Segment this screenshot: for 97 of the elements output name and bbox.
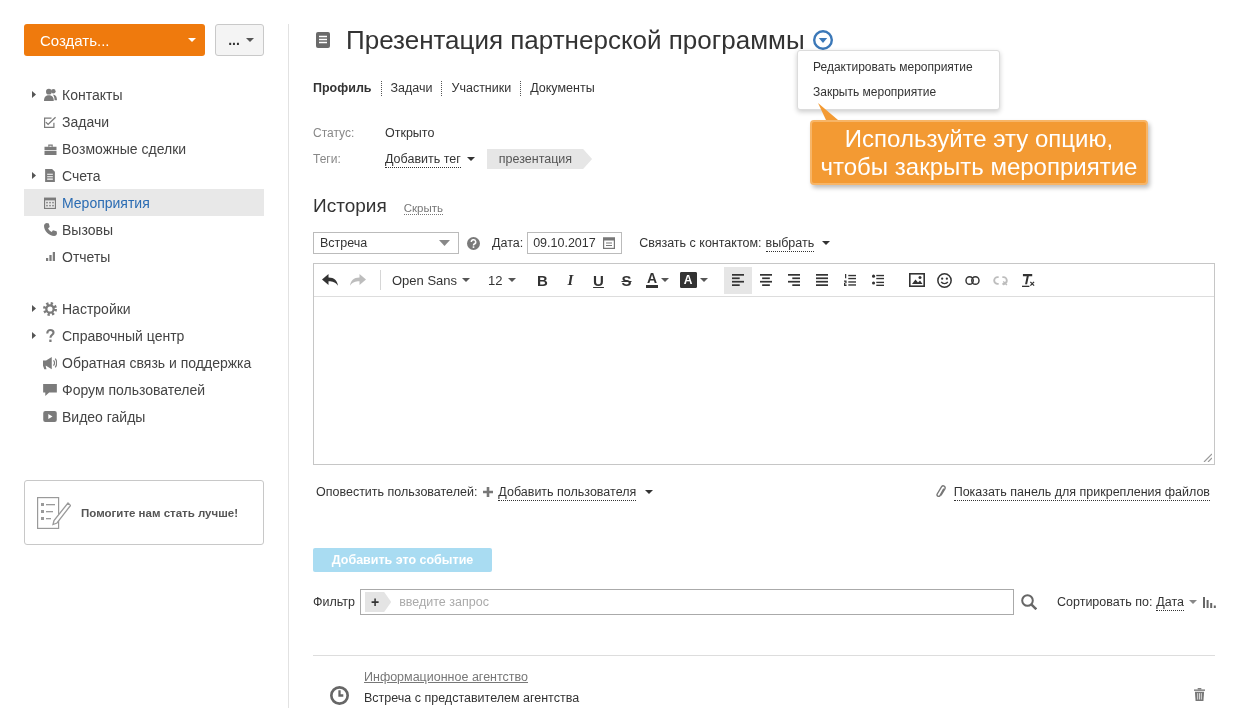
bar-chart-icon <box>45 252 55 261</box>
tab[interactable]: Профиль <box>313 80 381 96</box>
nav-item[interactable]: Задачи <box>24 108 264 135</box>
field-label: Фильтр <box>313 595 355 609</box>
field-label: Оповестить пользователей: <box>316 485 478 499</box>
expand-caret-icon[interactable] <box>32 332 36 339</box>
nav-item[interactable]: Возможные сделки <box>24 135 264 162</box>
people-icon <box>43 88 57 101</box>
caret-icon <box>661 278 670 282</box>
numbered-list-icon <box>843 274 856 286</box>
hide-link[interactable]: Скрыть <box>403 202 443 215</box>
megaphone-icon <box>43 355 57 370</box>
filter-field[interactable]: + введите запрос <box>360 589 1014 615</box>
document-icon <box>45 169 55 182</box>
question-mark-icon <box>45 329 55 342</box>
caret-icon <box>507 278 516 282</box>
menu-item[interactable]: Закрыть мероприятие <box>798 80 999 105</box>
callout-tooltip: Используйте эту опцию, чтобы закрыть мероприятие <box>810 103 1148 185</box>
field-label: Сортировать по: <box>1057 595 1153 609</box>
page-title: Презентация партнерской программы <box>346 24 805 56</box>
calendar-icon <box>44 196 56 209</box>
checkbox-icon <box>44 115 56 128</box>
nav-item[interactable]: Настройки <box>24 295 264 322</box>
tag-chip[interactable]: презентация <box>486 149 593 169</box>
nav-item[interactable]: Обратная связь и поддержка <box>24 349 264 376</box>
phone-icon <box>43 223 57 236</box>
align-left-icon <box>731 274 744 286</box>
caret-icon <box>462 278 471 282</box>
bold-button[interactable]: B <box>528 266 557 294</box>
checklist-pencil-icon <box>37 496 71 529</box>
type-select[interactable]: Встреча <box>313 232 459 254</box>
more-button[interactable]: ... <box>215 24 264 56</box>
caret-icon <box>245 38 254 42</box>
sort-field-link[interactable]: Дата <box>1156 593 1185 611</box>
date-field[interactable]: 09.10.2017 <box>527 232 623 254</box>
field-label: Дата: <box>492 236 524 250</box>
caret-icon[interactable] <box>466 157 475 161</box>
align-left-button[interactable] <box>723 266 752 294</box>
nav-item[interactable]: Форум пользователей <box>24 376 264 403</box>
video-play-icon <box>43 411 57 422</box>
section-title: История <box>313 195 387 217</box>
event-description: Встреча с представителем агентства <box>364 691 580 705</box>
strikethrough-button[interactable]: S <box>612 266 641 294</box>
tab[interactable]: Задачи <box>380 80 442 96</box>
bullet-list-icon <box>871 274 884 286</box>
nav-item[interactable]: Контакты <box>24 81 264 108</box>
gear-icon <box>43 301 57 316</box>
note-icon <box>316 32 330 48</box>
field-label: Связать с контактом: <box>639 236 762 250</box>
nav-item[interactable]: Мероприятия <box>24 189 264 216</box>
expand-caret-icon[interactable] <box>32 305 36 312</box>
feedback-card[interactable]: Помогите нам стать лучше! <box>24 480 264 545</box>
justify-icon <box>815 274 828 286</box>
add-tag-link[interactable]: Добавить тег <box>385 150 461 168</box>
font-size-dropdown[interactable]: 12 <box>485 266 519 294</box>
nav-item[interactable]: Справочный центр <box>24 322 264 349</box>
add-filter-button[interactable]: + <box>365 592 392 612</box>
trash-icon[interactable] <box>1194 688 1205 701</box>
caret-icon[interactable] <box>822 241 831 245</box>
speech-bubble-icon <box>43 383 57 396</box>
field-label: Теги: <box>313 152 342 166</box>
nav-item[interactable]: Отчеты <box>24 243 264 270</box>
align-right-icon <box>787 274 800 286</box>
menu-item[interactable]: Редактировать мероприятие <box>798 55 999 80</box>
align-center-icon <box>759 274 772 286</box>
text-color-button[interactable]: A <box>641 266 674 294</box>
briefcase-icon <box>43 142 57 155</box>
caret-icon <box>439 240 450 246</box>
expand-caret-icon[interactable] <box>32 91 36 98</box>
tab[interactable]: Участники <box>441 80 521 96</box>
nav-item[interactable]: Видео гайды <box>24 403 264 430</box>
help-icon[interactable] <box>467 236 480 250</box>
sort-order-icon[interactable] <box>1203 596 1217 608</box>
nav-item[interactable]: Счета <box>24 162 264 189</box>
italic-button[interactable]: I <box>556 266 585 294</box>
clock-icon <box>330 686 349 705</box>
paperclip-icon <box>935 485 946 499</box>
underline-button[interactable]: U <box>584 266 613 294</box>
plus-icon <box>483 487 494 497</box>
caret-icon[interactable] <box>645 490 654 494</box>
add-user-link[interactable]: Добавить пользователя <box>498 483 637 501</box>
event-title-link[interactable]: Информационное агентство <box>364 670 528 684</box>
calendar-icon[interactable] <box>603 237 616 249</box>
font-dropdown[interactable]: Open Sans <box>389 266 474 294</box>
contact-link[interactable]: выбрать <box>765 234 815 252</box>
search-icon[interactable] <box>1021 594 1037 610</box>
field-label: Статус: <box>313 126 356 140</box>
caret-icon <box>699 278 708 282</box>
nav-item[interactable]: Вызовы <box>24 216 264 243</box>
status-value: Открыто <box>385 126 435 140</box>
expand-caret-icon[interactable] <box>32 172 36 179</box>
resize-handle[interactable] <box>1203 453 1212 462</box>
highlight-color-button[interactable]: A <box>677 266 710 294</box>
tab[interactable]: Документы <box>520 80 604 96</box>
caret-icon <box>188 38 196 42</box>
caret-circle-icon[interactable] <box>812 30 833 50</box>
attach-files-link[interactable]: Показать панель для прикрепления файлов <box>953 483 1210 501</box>
